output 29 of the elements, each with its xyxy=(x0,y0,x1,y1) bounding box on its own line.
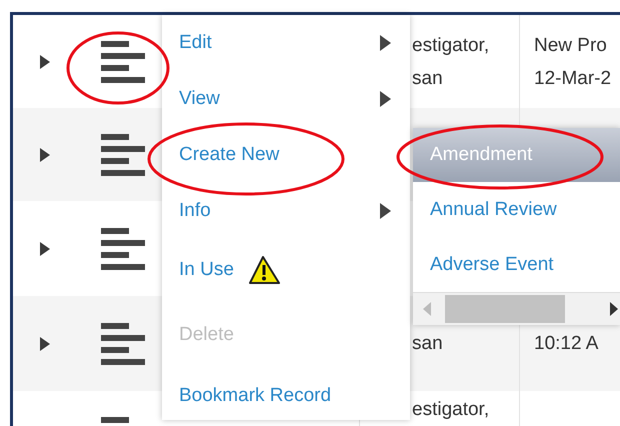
list-icon[interactable] xyxy=(101,40,145,84)
submenu-arrow-icon xyxy=(380,35,391,51)
expand-arrow-icon[interactable] xyxy=(40,336,50,350)
warning-icon xyxy=(248,255,282,285)
menu-item[interactable]: Create New xyxy=(162,127,410,183)
cell-text: estigator, xyxy=(412,398,490,422)
menu-item[interactable]: Bookmark Record xyxy=(162,368,410,424)
submenu-item[interactable]: Annual Review xyxy=(413,182,620,237)
menu-item[interactable]: View xyxy=(162,71,410,127)
submenu-arrow-icon xyxy=(380,203,391,219)
menu-item[interactable]: In Use xyxy=(162,239,410,301)
expand-arrow-icon[interactable] xyxy=(40,54,50,68)
submenu-item[interactable]: Adverse Event xyxy=(413,237,620,292)
cell-text: 10:12 A xyxy=(534,332,600,356)
expand-arrow-icon[interactable] xyxy=(40,242,50,256)
expand-arrow-icon[interactable] xyxy=(40,148,50,162)
list-icon[interactable] xyxy=(101,226,145,270)
menu-item[interactable]: Edit xyxy=(162,15,410,71)
cell-text: 12-Mar-2 xyxy=(534,66,612,90)
list-icon[interactable] xyxy=(101,322,145,366)
menu-item[interactable]: Info xyxy=(162,183,410,239)
horizontal-scrollbar[interactable] xyxy=(413,292,620,325)
submenu-item[interactable]: Amendment xyxy=(413,128,620,182)
cell-text: san xyxy=(412,332,444,356)
submenu-arrow-icon xyxy=(380,91,391,107)
cell-text: New Pro xyxy=(534,34,608,58)
cell-text: estigator, xyxy=(412,34,490,58)
list-icon[interactable] xyxy=(101,132,145,176)
cell-text: san xyxy=(412,66,444,90)
